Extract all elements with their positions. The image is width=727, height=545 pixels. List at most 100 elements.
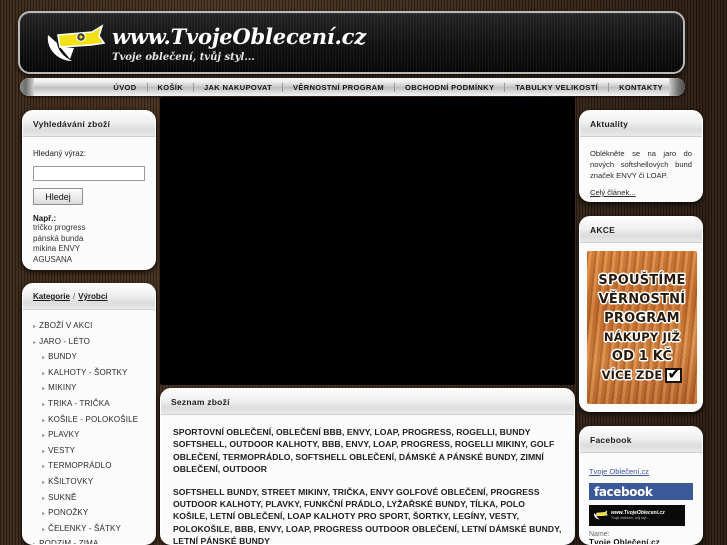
category-item[interactable]: ▸ VESTY [29,444,149,460]
promo-panel-title: AKCE [590,224,616,235]
category-label: TERMOPRÁDLO [48,461,112,471]
news-panel: Aktuality Oblékněte se na jaro do nových… [579,110,703,202]
search-example-item: mikina ENVY [33,244,81,253]
chevron-right-icon: ▸ [42,386,46,393]
category-label: ČELENKY - ŠÁTKY [48,523,121,533]
product-list-body: SPORTOVNÍ OBLEČENÍ, OBLEČENÍ BBB, ENVY, … [161,415,574,544]
search-panel-title: Vyhledávání zboží [33,118,111,129]
category-item[interactable]: ▸ BUNDY [29,350,149,366]
promo-banner[interactable]: SPOUŠTÍME VĚRNOSTNÍ PROGRAM NÁKUPY JIŽ O… [587,251,697,404]
facebook-name-label: Name: [589,531,610,538]
category-item[interactable]: ▸ ZBOŽÍ V AKCI [29,319,149,335]
site-identity: www.TvojeOblecení.cz Tvoje oblečení, tvů… [112,25,366,64]
promo-banner-cta-row[interactable]: VÍCE ZDE [602,366,683,385]
product-list-header: Seznam zboží [161,389,574,415]
keyword-paragraph: SPORTOVNÍ OBLEČENÍ, OBLEČENÍ BBB, ENVY, … [173,427,555,475]
category-label: SUKNĚ [48,492,77,502]
chevron-right-icon: ▸ [42,370,46,377]
promo-banner-line: OD 1 KČ [611,348,673,364]
news-text: Oblékněte se na jaro do nových softshell… [590,149,692,180]
category-label: BUNDY [48,352,77,362]
categories-panel: Kategorie / Výrobci ▸ ZBOŽÍ V AKCI ▸ JARO … [22,283,156,545]
categories-panel-header: Kategorie / Výrobci [23,284,155,310]
nav-item-uvod[interactable]: Úvod [103,83,146,92]
chevron-right-icon: ▸ [42,479,46,486]
category-item[interactable]: ▸ PONOŽKY [29,506,149,522]
facebook-page-thumbnail[interactable]: www.TvojeOblecení.cz Tvoje oblečení, tvů… [589,505,685,526]
fish-logo-icon [593,510,608,520]
fish-logo-icon[interactable] [44,23,106,67]
search-submit-button[interactable]: Hledej [33,188,83,205]
promo-banner-cta: VÍCE ZDE [601,367,663,382]
category-item[interactable]: ▸ PLAVKY [29,428,149,444]
page-title: Seznam zboží [171,396,230,407]
category-item[interactable]: ▸ TRIKA - TRIČKA [29,397,149,413]
facebook-logo-bar[interactable]: facebook [589,483,693,500]
news-panel-header: Aktuality [580,111,702,137]
promo-panel-header: AKCE [580,217,702,243]
chevron-right-icon: ▸ [42,495,46,502]
category-item[interactable]: ▸ MIKINY [29,381,149,397]
nav-item-kontakty[interactable]: Kontakty [608,82,677,92]
tab-vyrobci[interactable]: Výrobci [78,292,107,301]
category-label: KŠILTOVKY [48,476,94,486]
promo-banner-line: NÁKUPY JIŽ [603,329,681,344]
category-item[interactable]: ▸ KOŠILE - POLOKOŠILE [29,413,149,429]
facebook-wordmark: facebook [594,484,653,499]
site-tagline: Tvoje oblečení, tvůj styl... [112,52,255,63]
category-item[interactable]: ▸ KALHOTY - ŠORTKY [29,366,149,382]
facebook-panel: Facebook Tvoje Oblečení.cz facebook www.… [579,426,703,545]
facebook-panel-title: Facebook [590,434,632,445]
categories-list: ▸ ZBOŽÍ V AKCI ▸ JARO - LÉTO ▸ BUNDY ▸ KALHO… [23,310,155,544]
category-label: KALHOTY - ŠORTKY [48,367,128,377]
facebook-name-value: Tvoje Oblečení.cz [589,538,660,545]
category-label: JARO - LÉTO [39,336,91,346]
chevron-right-icon: ▸ [33,324,37,330]
category-item[interactable]: ▸ SUKNĚ [29,491,149,507]
search-example-item: AGUSANA [33,254,73,264]
category-item[interactable]: ▸ TERMOPRÁDLO [29,459,149,475]
chevron-right-icon: ▸ [42,526,46,533]
promo-banner-line: PROGRAM [604,310,680,326]
category-item[interactable]: ▸ KŠILTOVKY [29,475,149,491]
search-input[interactable] [33,166,145,181]
nav-item-obchodni-podminky[interactable]: Obchodní podmínky [394,82,504,92]
tab-kategorie[interactable]: Kategorie [33,292,70,301]
category-label: VESTY [48,445,76,455]
category-label: PONOŽKY [48,508,89,518]
search-example-item: tričko progress [33,223,86,232]
category-label: PLAVKY [48,430,80,440]
category-label: ZBOŽÍ V AKCI [39,321,93,330]
promo-panel: AKCE SPOUŠTÍME VĚRNOSTNÍ PROGRAM NÁKUPY … [579,216,703,412]
nav-item-tabulky-velikosti[interactable]: Tabulky velikostí [504,82,608,92]
facebook-panel-body: Tvoje Oblečení.cz facebook www.TvojeOble… [580,453,702,545]
category-label: MIKINY [48,383,77,393]
facebook-site-link[interactable]: Tvoje Oblečení.cz [589,467,649,476]
tab-separator: / [72,292,76,301]
chevron-right-icon: ▸ [42,417,46,424]
facebook-thumb-subtitle: Tvoje oblečení, tvůj styl... [611,516,650,520]
nav-item-kosik[interactable]: Košík [146,82,194,92]
search-field-label: Hledaný výraz: [33,149,86,158]
banner-stage-area [160,97,575,385]
chevron-right-icon: ▸ [42,355,46,362]
news-panel-body: Oblékněte se na jaro do nových softshell… [580,137,702,200]
search-example-item: pánská bunda [33,233,84,243]
chevron-right-icon: ▸ [42,401,46,408]
category-item[interactable]: ▸ ČELENKY - ŠÁTKY [29,522,149,538]
category-item[interactable]: ▸PODZIM - ZIMA [29,537,149,544]
search-panel-body: Hledaný výraz: Hledej Např.: tričko prog… [23,137,155,269]
product-list-panel: Seznam zboží SPORTOVNÍ OBLEČENÍ, OBLEČEN… [160,388,575,545]
chevron-right-icon: ▸ [33,339,37,346]
nav-item-vernostni-program[interactable]: Věrnostní program [282,82,394,92]
search-panel-header: Vyhledávání zboží [23,111,155,137]
category-item[interactable]: ▸ JARO - LÉTO [29,335,149,351]
promo-banner-line: SPOUŠTÍME [598,272,686,288]
checkmark-icon [665,366,683,384]
search-examples-title: Např.: [33,214,57,223]
chevron-right-icon: ▸ [42,433,46,440]
promo-panel-body: SPOUŠTÍME VĚRNOSTNÍ PROGRAM NÁKUPY JIŽ O… [580,243,702,411]
news-read-more-link[interactable]: Celý článek... [590,188,636,197]
chevron-right-icon: ▸ [42,464,46,471]
nav-item-jak-nakupovat[interactable]: Jak nakupovat [193,82,282,92]
